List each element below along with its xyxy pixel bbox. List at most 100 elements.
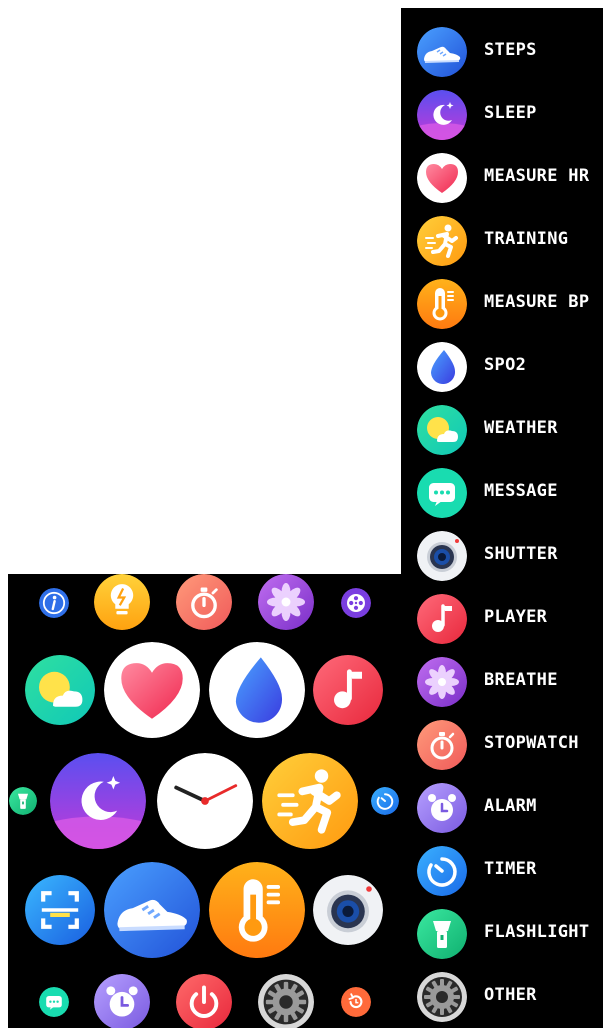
flower-icon-graphic xyxy=(258,574,314,630)
app-list-item-label: MEASURE HR xyxy=(484,166,590,186)
chat-bubble-icon-graphic xyxy=(39,987,69,1017)
alarm-clock-icon-graphic xyxy=(94,974,150,1028)
sneaker-icon[interactable] xyxy=(104,862,200,958)
app-list-item-label: WEATHER xyxy=(484,418,558,438)
heart-icon-graphic xyxy=(104,642,200,738)
camera-icon-graphic xyxy=(313,875,383,945)
moon-icon-graphic xyxy=(50,753,146,849)
gear-icon[interactable] xyxy=(258,974,314,1028)
power-icon[interactable] xyxy=(176,974,232,1028)
flashlight-icon xyxy=(417,909,467,959)
app-list-item-alarm[interactable]: ALARM xyxy=(401,777,603,837)
drop-icon[interactable] xyxy=(209,642,305,738)
sun-cloud-icon-graphic xyxy=(417,405,467,455)
app-list-item-label: PLAYER xyxy=(484,607,548,627)
moon-icon xyxy=(417,90,467,140)
alarm-clock-icon xyxy=(417,783,467,833)
app-list-item-steps[interactable]: STEPS xyxy=(401,21,603,81)
music-note-icon[interactable] xyxy=(313,655,383,725)
stopwatch-icon xyxy=(417,720,467,770)
music-note-icon-graphic xyxy=(313,655,383,725)
music-note-icon-graphic xyxy=(417,594,467,644)
app-list-item-flashlight[interactable]: FLASHLIGHT xyxy=(401,903,603,963)
runner-icon xyxy=(417,216,467,266)
app-list-item-weather[interactable]: WEATHER xyxy=(401,399,603,459)
app-list-item-label: MEASURE BP xyxy=(484,292,590,312)
thermometer-icon xyxy=(417,279,467,329)
drop-icon-graphic xyxy=(209,642,305,738)
drop-icon xyxy=(417,342,467,392)
app-list-item-measure-bp[interactable]: MEASURE BP xyxy=(401,273,603,333)
sun-cloud-icon xyxy=(417,405,467,455)
flower-icon[interactable] xyxy=(258,574,314,630)
camera-icon-graphic xyxy=(417,531,467,581)
power-icon-graphic xyxy=(176,974,232,1028)
camera-icon[interactable] xyxy=(313,875,383,945)
info-icon-graphic xyxy=(39,588,69,618)
sneaker-icon-graphic xyxy=(417,27,467,77)
flashlight-icon-graphic xyxy=(9,787,37,815)
runner-icon-graphic xyxy=(262,753,358,849)
clock-icon-graphic xyxy=(157,753,253,849)
restore-icon[interactable] xyxy=(341,987,371,1017)
app-list-panel: STEPS SLEEP MEASURE HR TRAINING MEASURE … xyxy=(401,8,603,1028)
thermometer-icon-graphic xyxy=(209,862,305,958)
thermometer-icon[interactable] xyxy=(209,862,305,958)
restore-icon-graphic xyxy=(341,987,371,1017)
app-list-item-sleep[interactable]: SLEEP xyxy=(401,84,603,144)
app-list-item-training[interactable]: TRAINING xyxy=(401,210,603,270)
sneaker-icon xyxy=(417,27,467,77)
bulb-icon[interactable] xyxy=(94,574,150,630)
moon-icon[interactable] xyxy=(50,753,146,849)
sun-cloud-icon-graphic xyxy=(25,655,95,725)
moon-icon-graphic xyxy=(417,90,467,140)
flashlight-icon-graphic xyxy=(417,909,467,959)
app-list-item-measure-hr[interactable]: MEASURE HR xyxy=(401,147,603,207)
chat-bubble-icon[interactable] xyxy=(39,987,69,1017)
app-list-item-timer[interactable]: TIMER xyxy=(401,840,603,900)
info-icon[interactable] xyxy=(39,588,69,618)
film-reel-icon-graphic xyxy=(341,588,371,618)
camera-icon xyxy=(417,531,467,581)
clock-icon[interactable] xyxy=(157,753,253,849)
stopwatch-icon[interactable] xyxy=(176,574,232,630)
app-list-item-label: OTHER xyxy=(484,985,537,1005)
stopwatch-icon-graphic xyxy=(417,720,467,770)
gear-icon xyxy=(417,972,467,1022)
app-list-item-label: ALARM xyxy=(484,796,537,816)
app-list-item-player[interactable]: PLAYER xyxy=(401,588,603,648)
drop-icon-graphic xyxy=(417,342,467,392)
alarm-clock-icon[interactable] xyxy=(94,974,150,1028)
app-list-item-stopwatch[interactable]: STOPWATCH xyxy=(401,714,603,774)
app-list-item-label: TIMER xyxy=(484,859,537,879)
timer-icon[interactable] xyxy=(371,787,399,815)
gear-icon-graphic xyxy=(258,974,314,1028)
music-note-icon xyxy=(417,594,467,644)
alarm-clock-icon-graphic xyxy=(417,783,467,833)
timer-icon xyxy=(417,846,467,896)
app-list-item-spo2[interactable]: SPO2 xyxy=(401,336,603,396)
heart-icon[interactable] xyxy=(104,642,200,738)
heart-icon-graphic xyxy=(417,153,467,203)
app-list-item-label: FLASHLIGHT xyxy=(484,922,590,942)
app-list-item-breathe[interactable]: BREATHE xyxy=(401,651,603,711)
app-list-item-shutter[interactable]: SHUTTER xyxy=(401,525,603,585)
sneaker-icon-graphic xyxy=(104,862,200,958)
app-list-item-other[interactable]: OTHER xyxy=(401,966,603,1026)
app-list-item-label: SPO2 xyxy=(484,355,527,375)
gear-icon-graphic xyxy=(417,972,467,1022)
app-list-item-label: STOPWATCH xyxy=(484,733,579,753)
app-list-item-label: SLEEP xyxy=(484,103,537,123)
timer-icon-graphic xyxy=(371,787,399,815)
sun-cloud-icon[interactable] xyxy=(25,655,95,725)
heart-icon xyxy=(417,153,467,203)
app-list-item-message[interactable]: MESSAGE xyxy=(401,462,603,522)
film-reel-icon[interactable] xyxy=(341,588,371,618)
timer-icon-graphic xyxy=(417,846,467,896)
chat-bubble-icon-graphic xyxy=(417,468,467,518)
stopwatch-icon-graphic xyxy=(176,574,232,630)
thermometer-icon-graphic xyxy=(417,279,467,329)
runner-icon[interactable] xyxy=(262,753,358,849)
flashlight-icon[interactable] xyxy=(9,787,37,815)
scan-icon[interactable] xyxy=(25,875,95,945)
